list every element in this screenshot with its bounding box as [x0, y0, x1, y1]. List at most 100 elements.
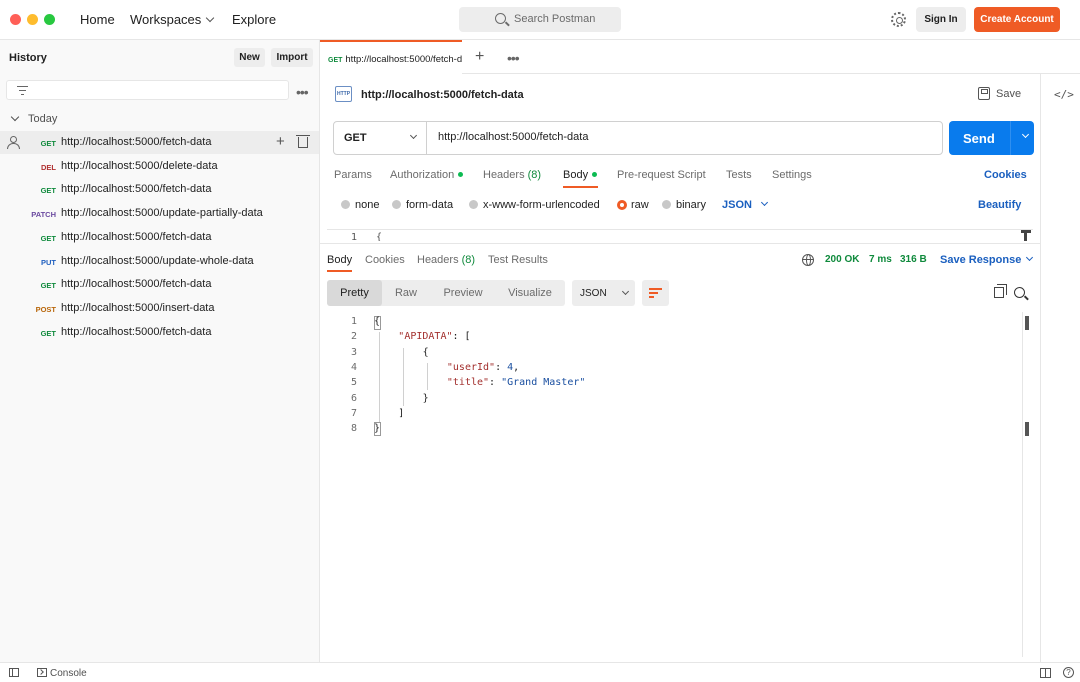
chevron-down-icon: [206, 13, 215, 23]
line-number: 1: [350, 316, 357, 327]
resp-tab-test-results[interactable]: Test Results: [488, 254, 548, 266]
window-zoom-button[interactable]: [44, 14, 55, 25]
trash-icon[interactable]: [296, 135, 310, 148]
url-input[interactable]: http://localhost:5000/fetch-data: [438, 131, 588, 143]
save-button[interactable]: Save: [996, 88, 1021, 100]
save-response-label: Save Response: [940, 254, 1022, 266]
import-button[interactable]: Import: [271, 48, 313, 67]
radio-form-data[interactable]: form-data: [392, 199, 453, 211]
response-size[interactable]: 316 B: [900, 254, 927, 265]
wrap-lines-button[interactable]: [642, 280, 669, 306]
history-item-method: PUT: [41, 257, 56, 267]
tab-authorization-label: Authorization: [390, 169, 455, 181]
tab-headers[interactable]: Headers (8): [483, 169, 541, 181]
resp-tab-headers-label: Headers: [417, 254, 459, 266]
search-response-icon[interactable]: [1014, 287, 1025, 298]
copy-icon[interactable]: [994, 284, 1007, 298]
history-item[interactable]: GET http://localhost:5000/fetch-data: [0, 273, 319, 296]
history-item-method: GET: [40, 328, 56, 338]
history-item[interactable]: POST http://localhost:5000/insert-data: [0, 297, 319, 320]
response-scrollbar-thumb[interactable]: [1025, 316, 1029, 330]
tab-settings[interactable]: Settings: [772, 169, 812, 181]
history-item[interactable]: GET http://localhost:5000/fetch-data: [0, 321, 319, 344]
send-options-chevron-icon[interactable]: [1021, 130, 1030, 139]
tab-body[interactable]: Body: [563, 169, 598, 181]
method-select[interactable]: GET: [334, 122, 427, 154]
cookies-link[interactable]: Cookies: [984, 169, 1027, 181]
beautify-link[interactable]: Beautify: [978, 199, 1021, 211]
add-to-collection-icon[interactable]: +: [276, 134, 285, 149]
history-item-url: http://localhost:5000/fetch-data: [61, 183, 212, 196]
resp-tab-headers[interactable]: Headers (8): [417, 254, 475, 266]
tab-body-label: Body: [563, 169, 589, 181]
window-minimize-button[interactable]: [27, 14, 38, 25]
code-snippet-icon[interactable]: </>: [1054, 88, 1074, 101]
more-options-icon[interactable]: •••: [296, 85, 309, 99]
editor-line-number: 1: [351, 232, 358, 241]
radio-x-www-form-urlencoded[interactable]: x-www-form-urlencoded: [469, 199, 600, 211]
tab-authorization[interactable]: Authorization: [390, 169, 464, 181]
tab-more-icon[interactable]: •••: [507, 51, 520, 65]
editor-scrollbar[interactable]: [1021, 230, 1031, 241]
request-title[interactable]: http://localhost:5000/fetch-data: [361, 89, 524, 101]
request-tab-strip: GEThttp://localhost:5000/fetch-data + ••…: [320, 40, 1080, 74]
response-status[interactable]: 200 OK: [825, 254, 859, 265]
resp-tab-body[interactable]: Body: [327, 254, 352, 266]
send-button[interactable]: Send: [949, 121, 1034, 155]
response-scrollbar-marker[interactable]: [1025, 422, 1029, 436]
new-button[interactable]: New: [234, 48, 265, 67]
response-format-select[interactable]: JSON: [572, 280, 635, 306]
history-item[interactable]: PATCH http://localhost:5000/update-partia…: [0, 202, 319, 225]
tab-request-fetch-data[interactable]: GEThttp://localhost:5000/fetch-data: [320, 40, 462, 74]
help-icon[interactable]: ?: [1063, 667, 1074, 678]
code-token: "Grand Master": [501, 377, 586, 389]
view-raw[interactable]: Raw: [385, 280, 427, 306]
new-tab-icon[interactable]: +: [475, 48, 484, 66]
code-line: 2 "APIDATA": [: [320, 331, 1020, 346]
history-item[interactable]: GET http://localhost:5000/fetch-data +: [0, 131, 319, 154]
history-item[interactable]: PUT http://localhost:5000/update-whole-da…: [0, 250, 319, 273]
globe-icon[interactable]: [802, 254, 814, 266]
search-placeholder: Search Postman: [514, 13, 596, 25]
nav-workspaces[interactable]: Workspaces: [130, 12, 215, 27]
view-pretty[interactable]: Pretty: [327, 280, 382, 306]
window-close-button[interactable]: [10, 14, 21, 25]
pane-divider[interactable]: [320, 243, 1040, 244]
history-item[interactable]: DEL http://localhost:5000/delete-data: [0, 155, 319, 178]
tab-pre-request-script[interactable]: Pre-request Script: [617, 169, 706, 181]
toggle-sidebar-icon[interactable]: [9, 668, 19, 677]
gear-icon[interactable]: [891, 12, 906, 27]
radio-none[interactable]: none: [341, 199, 379, 211]
history-filter-input[interactable]: [6, 80, 289, 100]
save-response-button[interactable]: Save Response: [940, 253, 1034, 266]
create-account-button[interactable]: Create Account: [974, 7, 1060, 32]
view-preview[interactable]: Preview: [434, 280, 492, 306]
nav-workspaces-label: Workspaces: [130, 12, 202, 27]
tab-tests[interactable]: Tests: [726, 169, 752, 181]
status-dot: [592, 172, 598, 177]
body-format-select[interactable]: JSON: [722, 198, 769, 211]
code-line: 1{: [320, 316, 1020, 331]
console-button[interactable]: Console: [50, 668, 87, 679]
active-tab-indicator: [563, 186, 598, 188]
history-group-today[interactable]: Today: [10, 112, 57, 125]
two-pane-layout-icon[interactable]: [1040, 668, 1051, 678]
save-icon[interactable]: [978, 87, 990, 100]
resp-tab-cookies[interactable]: Cookies: [365, 254, 405, 266]
history-item[interactable]: GET http://localhost:5000/fetch-data: [0, 178, 319, 201]
radio-binary[interactable]: binary: [662, 199, 706, 211]
nav-home[interactable]: Home: [80, 12, 115, 27]
code-line: 5 "title": "Grand Master": [320, 377, 1020, 392]
history-sidebar: History New Import ••• Today GET http://l…: [0, 40, 320, 662]
sign-in-button[interactable]: Sign In: [916, 7, 966, 32]
tab-params[interactable]: Params: [334, 169, 372, 181]
search-bar[interactable]: Search Postman: [459, 7, 621, 32]
response-code-view[interactable]: 1{2 "APIDATA": [3{4 "userId": 4, 5 "title": …: [320, 312, 1035, 660]
radio-raw[interactable]: raw: [617, 199, 649, 211]
response-time[interactable]: 7 ms: [869, 254, 892, 265]
request-body-editor[interactable]: 1 {: [327, 229, 1033, 241]
nav-explore[interactable]: Explore: [232, 12, 276, 27]
history-item[interactable]: GET http://localhost:5000/fetch-data: [0, 226, 319, 249]
console-icon[interactable]: [37, 668, 47, 677]
view-visualize[interactable]: Visualize: [499, 280, 561, 306]
